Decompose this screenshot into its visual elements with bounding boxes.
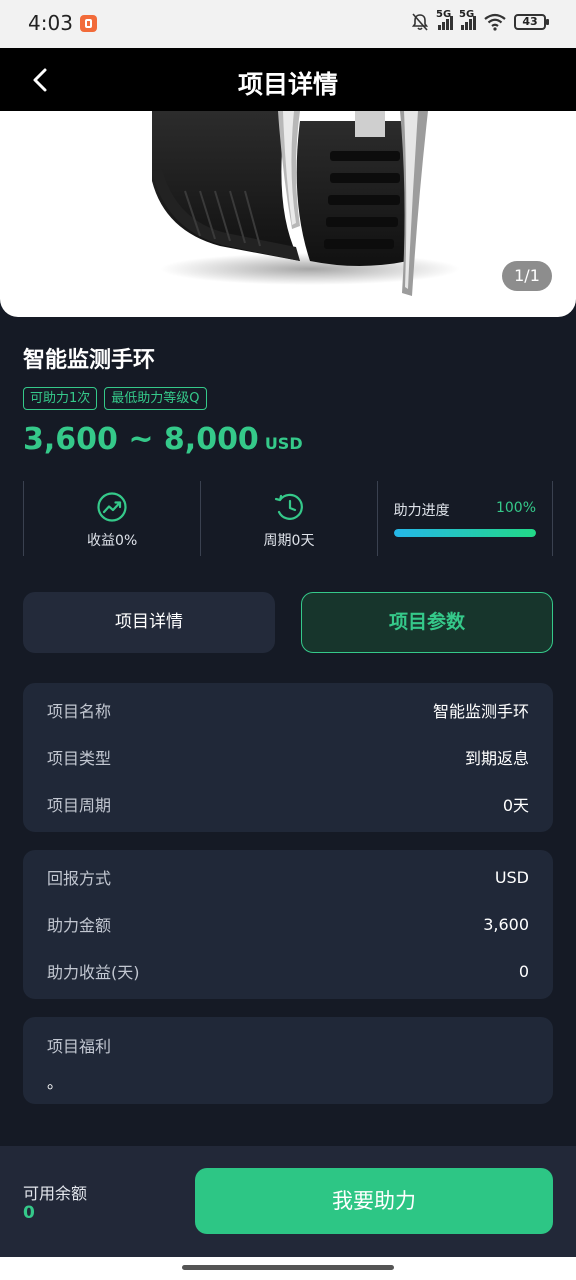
home-gesture-bar[interactable] (182, 1265, 394, 1270)
status-bar: 4:03 5G 5G 43 (0, 0, 576, 48)
info-row-label: 回报方式 (47, 869, 112, 888)
signal-2-icon: 5G (459, 9, 476, 30)
info-row-name: 项目名称 智能监测手环 (47, 695, 529, 725)
info-row-type: 项目类型 到期返息 (47, 742, 529, 772)
info-row-daily-income: 助力收益(天) 0 (47, 956, 529, 986)
progress-value: 100% (495, 500, 536, 516)
tag-support-times: 可助力1次 (23, 387, 98, 410)
info-row-label: 项目周期 (47, 796, 112, 815)
top-navigation-bar: 项目详情 (0, 48, 576, 111)
stat-cycle-label: 周期0天 (263, 533, 315, 549)
benefits-title: 项目福利 (47, 1037, 112, 1056)
system-navigation-area (0, 1257, 576, 1280)
info-row-return-method: 回报方式 USD (47, 862, 529, 892)
info-row-value: 0 (518, 961, 529, 981)
smart-band-image (152, 111, 460, 296)
info-row-label: 助力金额 (47, 916, 112, 935)
progress-label: 助力进度 (393, 503, 450, 519)
status-icons: 5G 5G 43 (410, 9, 549, 32)
product-name: 智能监测手环 (23, 348, 156, 373)
app-notification-icon (80, 15, 97, 32)
info-row-amount: 助力金额 3,600 (47, 909, 529, 939)
balance-label: 可用余额 (23, 1184, 88, 1203)
progress-bar-fill (393, 529, 536, 537)
return-info-card: 回报方式 USD 助力金额 3,600 助力收益(天) 0 (23, 850, 553, 999)
battery-icon: 43 (514, 14, 549, 30)
benefits-card: 项目福利 。 (23, 1017, 553, 1104)
stat-progress: 助力进度 100% (376, 481, 552, 556)
price-range: 3,600 ~ 8,000 USD (23, 422, 303, 457)
trending-up-icon (97, 492, 127, 522)
info-row-value: 0天 (502, 796, 529, 815)
price-unit: USD (264, 434, 303, 453)
info-row-value: 到期返息 (464, 749, 529, 768)
stat-cycle: 周期0天 (200, 481, 376, 556)
mute-bell-icon (411, 13, 429, 31)
balance-value: 0 (23, 1203, 35, 1223)
tag-min-level: 最低助力等级Q (104, 387, 207, 410)
info-row-value: 3,600 (483, 914, 529, 934)
stats-row: 收益0% 周期0天 助力进度 100% (23, 481, 553, 556)
clock-cycle-icon (274, 493, 303, 520)
benefits-text: 。 (47, 1073, 64, 1092)
info-row-value: USD (494, 867, 529, 887)
info-row-label: 项目名称 (47, 702, 112, 721)
wifi-icon (484, 13, 506, 31)
info-row-value: 智能监测手环 (432, 702, 529, 721)
tab-project-params[interactable]: 项目参数 (301, 592, 553, 653)
project-info-card: 项目名称 智能监测手环 项目类型 到期返息 项目周期 0天 (23, 683, 553, 832)
info-row-cycle: 项目周期 0天 (47, 789, 529, 819)
product-tags: 可助力1次 最低助力等级Q (23, 387, 207, 410)
image-counter-badge: 1/1 (502, 261, 552, 291)
info-row-label: 助力收益(天) (47, 963, 140, 982)
battery-level: 43 (522, 15, 538, 28)
product-image-carousel[interactable]: 1/1 (0, 111, 576, 317)
bottom-action-bar: 可用余额 0 我要助力 (0, 1146, 576, 1257)
price-range-value: 3,600 ~ 8,000 (23, 422, 259, 457)
progress-bar (393, 529, 536, 537)
signal-1-icon: 5G (436, 9, 453, 30)
page-title: 项目详情 (237, 70, 338, 99)
status-time: 4:03 (28, 11, 73, 35)
stat-yield-label: 收益0% (87, 533, 138, 549)
stat-yield: 收益0% (24, 481, 200, 556)
support-button[interactable]: 我要助力 (195, 1168, 553, 1234)
info-row-label: 项目类型 (47, 749, 112, 768)
tab-project-details[interactable]: 项目详情 (23, 592, 275, 653)
